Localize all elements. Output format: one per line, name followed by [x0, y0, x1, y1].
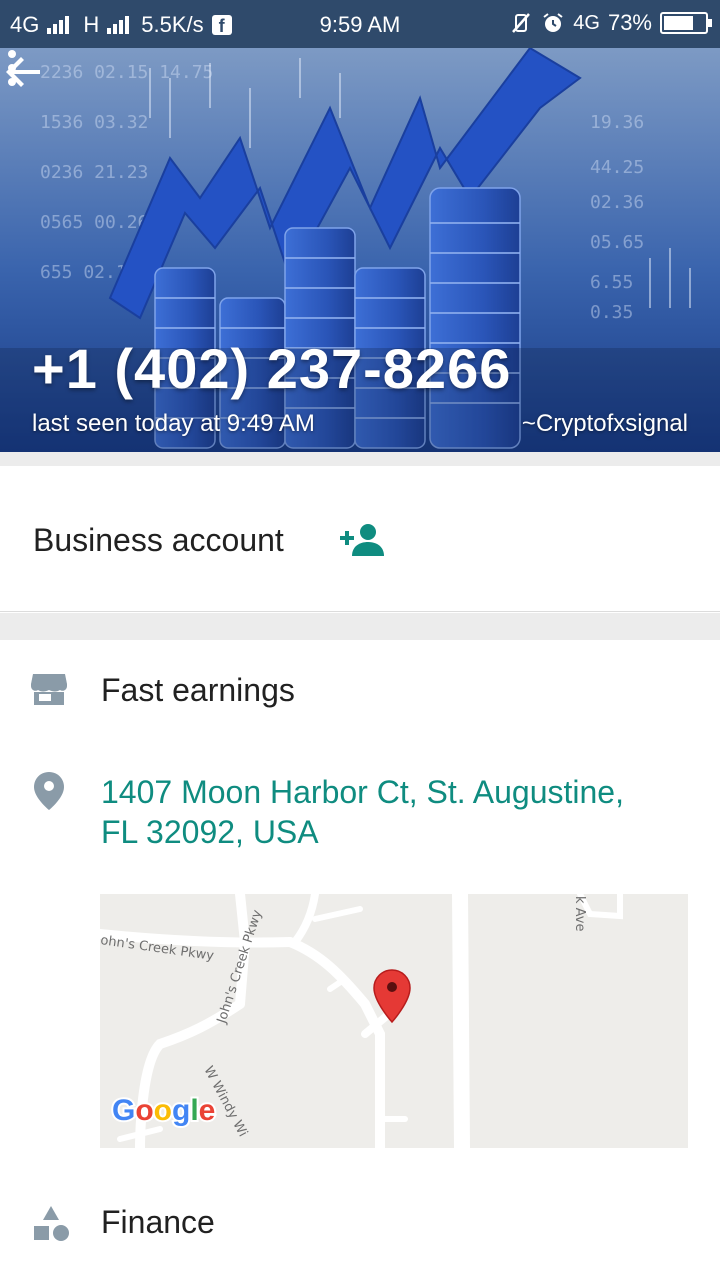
location-pin-icon	[34, 772, 64, 810]
business-account-row[interactable]: Business account	[0, 466, 720, 612]
svg-text:05.65: 05.65	[590, 232, 644, 253]
svg-text:19.36: 19.36	[590, 112, 644, 133]
last-seen-status: last seen today at 9:49 AM	[32, 410, 315, 437]
battery-icon	[660, 12, 712, 34]
contact-phone-number: +1 (402) 237-8266	[32, 337, 512, 400]
svg-text:6.55: 6.55	[590, 272, 633, 293]
address-line-2: FL 32092, USA	[101, 814, 319, 850]
business-address[interactable]: 1407 Moon Harbor Ct, St. Augustine, FL 3…	[101, 772, 681, 852]
svg-text:0565 00.26: 0565 00.26	[40, 212, 148, 233]
vibrate-off-icon	[512, 13, 531, 33]
person-add-icon[interactable]	[338, 522, 386, 558]
location-map[interactable]: ohn's Creek Pkwy John's Creek Pkwy W Win…	[100, 894, 688, 1148]
category-shapes-icon	[34, 1206, 69, 1241]
svg-text:44.25: 44.25	[590, 157, 644, 178]
contact-pushname: ~Cryptofxsignal	[521, 410, 688, 437]
map-label-4: k Ave	[572, 896, 587, 931]
svg-text:0236 21.23: 0236 21.23	[40, 162, 148, 183]
business-type: Finance	[101, 1204, 215, 1240]
business-account-label: Business account	[33, 522, 284, 558]
section-divider	[0, 452, 720, 466]
profile-header: 2236 02.15 14.75 1536 03.32 0236 21.23 0…	[0, 48, 720, 452]
google-logo: Google	[110, 1092, 217, 1129]
svg-text:1536 03.32: 1536 03.32	[40, 112, 148, 133]
more-vert-icon[interactable]	[0, 48, 24, 88]
svg-text:0.35: 0.35	[590, 302, 633, 323]
network-type-3: 4G	[573, 11, 600, 34]
svg-text:02.36: 02.36	[590, 192, 644, 213]
svg-text:Google: Google	[112, 1094, 215, 1127]
status-bar: 4G H 5.5K/s f 9:59 AM 4G 73%	[0, 0, 720, 48]
business-category: Fast earnings	[101, 672, 295, 708]
alarm-icon	[543, 13, 563, 32]
section-divider-2	[0, 613, 720, 640]
store-icon	[31, 674, 67, 705]
svg-text:2236 02.15 14.75: 2236 02.15 14.75	[40, 62, 213, 83]
business-details-section: Fast earnings 1407 Moon Harbor Ct, St. A…	[0, 640, 720, 1280]
address-line-1: 1407 Moon Harbor Ct, St. Augustine,	[101, 774, 624, 810]
battery-percent: 73%	[607, 10, 652, 35]
